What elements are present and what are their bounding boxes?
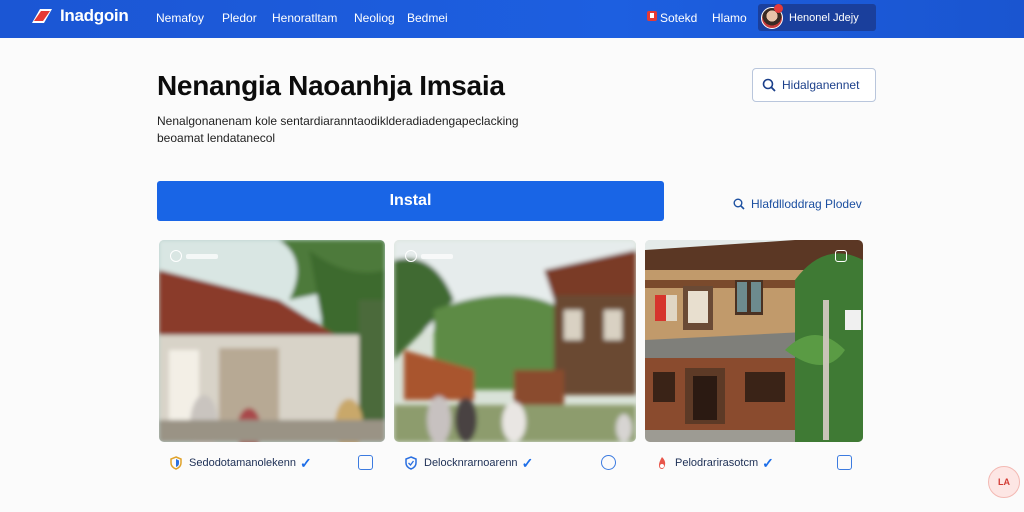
user-name: Henonel Jdejy bbox=[789, 11, 859, 24]
gallery-card[interactable]: Pelodrarirasotcm ✓ bbox=[645, 240, 863, 476]
card-caption: Delocknrarnoarenn bbox=[424, 457, 518, 469]
flame-icon bbox=[659, 457, 666, 469]
nav-link-2[interactable]: Pledor bbox=[222, 11, 257, 25]
search-button[interactable]: Hidalganennet bbox=[752, 68, 876, 102]
notification-icon[interactable] bbox=[646, 9, 658, 21]
page-description: Nenalgonanenam kole sentardiaranntaodikl… bbox=[157, 113, 557, 147]
verified-check-icon: ✓ bbox=[762, 454, 774, 471]
avatar-badge bbox=[774, 3, 783, 13]
verified-check-icon: ✓ bbox=[300, 454, 312, 471]
side-link-label: Hlafdlloddrag Plodev bbox=[751, 197, 862, 211]
search-button-label: Hidalganennet bbox=[782, 78, 860, 92]
gallery-card[interactable]: Delocknrarnoarenn ✓ bbox=[394, 240, 636, 476]
gallery-card[interactable]: Sedodotamanolekenn ✓ bbox=[159, 240, 385, 476]
description-line-2: beoamat lendatanecol bbox=[157, 131, 276, 145]
check-box-icon[interactable] bbox=[837, 455, 852, 470]
shield-icon bbox=[170, 456, 182, 470]
logo-flag-icon bbox=[30, 5, 54, 27]
user-menu[interactable]: Henonel Jdejy bbox=[758, 3, 876, 31]
image-verified-badge bbox=[405, 249, 459, 263]
nav-link-1[interactable]: Nemafoy bbox=[156, 11, 204, 25]
top-nav-bar: Inadgoin Nemafoy Pledor Henoratltam Neol… bbox=[0, 0, 1024, 38]
card-caption: Sedodotamanolekenn bbox=[189, 457, 297, 469]
nav-right-link-2[interactable]: Hlamo bbox=[712, 11, 747, 25]
brand-logo[interactable]: Inadgoin bbox=[30, 5, 129, 27]
install-button[interactable]: Instal bbox=[157, 181, 664, 221]
brand-name: Inadgoin bbox=[60, 6, 129, 25]
next-row-preview bbox=[150, 504, 870, 512]
clock-icon[interactable] bbox=[601, 455, 616, 470]
card-caption: Pelodrarirasotcm bbox=[675, 457, 759, 469]
card-image[interactable] bbox=[394, 240, 636, 442]
image-badge bbox=[835, 249, 855, 263]
card-image[interactable] bbox=[645, 240, 863, 442]
description-line-1: Nenalgonanenam kole sentardiaranntaodikl… bbox=[157, 114, 519, 128]
shield-icon bbox=[405, 456, 417, 470]
page-title: Nenangia Naoanhja Imsaia bbox=[157, 70, 505, 101]
verified-check-icon: ✓ bbox=[521, 454, 534, 471]
nav-link-4[interactable]: Neoliog bbox=[354, 11, 395, 25]
card-footer: Delocknrarnoarenn ✓ bbox=[394, 450, 636, 476]
card-footer: Pelodrarirasotcm ✓ bbox=[645, 450, 863, 476]
nav-link-5[interactable]: Bedmei bbox=[407, 11, 448, 25]
card-footer: Sedodotamanolekenn ✓ bbox=[159, 450, 385, 476]
edit-icon[interactable] bbox=[358, 455, 373, 470]
search-icon bbox=[733, 198, 745, 210]
nav-link-3[interactable]: Henoratltam bbox=[272, 11, 337, 25]
search-icon bbox=[762, 78, 776, 92]
nav-right-link-1[interactable]: Sotekd bbox=[660, 11, 697, 25]
floating-help-button[interactable]: LA bbox=[988, 466, 1020, 498]
avatar bbox=[761, 3, 783, 29]
image-verified-badge bbox=[170, 249, 224, 263]
card-image[interactable] bbox=[159, 240, 385, 442]
side-link[interactable]: Hlafdlloddrag Plodev bbox=[733, 197, 862, 211]
